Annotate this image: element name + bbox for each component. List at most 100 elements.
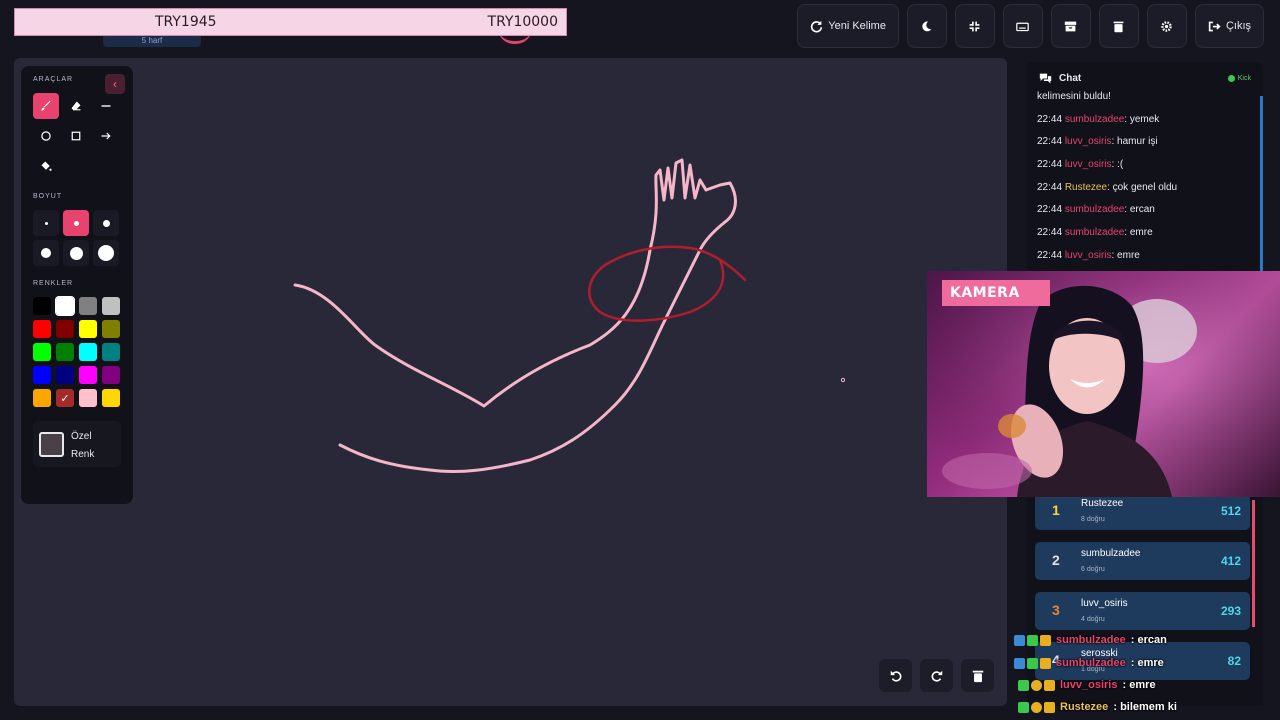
paint-bucket-icon [41, 161, 52, 171]
color-swatch[interactable] [56, 366, 74, 384]
platform-status: Kick [1227, 75, 1251, 82]
badge-icon [1027, 657, 1038, 669]
color-swatch[interactable] [56, 320, 74, 338]
color-swatch[interactable] [102, 297, 120, 315]
color-swatch[interactable] [79, 366, 97, 384]
redo-icon [931, 670, 942, 682]
clear-canvas-button[interactable] [961, 659, 994, 692]
color-swatch[interactable] [102, 343, 120, 361]
chat-message: 22:44 Rustezee: çok genel oldu [1037, 181, 1257, 204]
overlay-chat-message: sumbulzadee : ercan [1014, 634, 1167, 646]
gear-icon [1161, 20, 1173, 32]
rank-number: 1 [1052, 502, 1060, 518]
check-icon: ✓ [60, 392, 70, 405]
message-time: 22:44 [1037, 136, 1063, 148]
circle-tool[interactable] [33, 123, 59, 149]
leaderboard-row: 1 Rustezee 8 doğru 512 [1035, 492, 1250, 530]
color-swatch[interactable] [56, 343, 74, 361]
compress-icon [970, 21, 980, 31]
message-user[interactable]: Rustezee [1065, 182, 1107, 193]
delete-button[interactable] [1098, 4, 1139, 48]
brush-tool[interactable] [33, 93, 59, 119]
badge-icon [1027, 634, 1038, 646]
new-word-button[interactable]: Yeni Kelime [797, 4, 899, 48]
chevron-left-icon: ‹ [113, 77, 117, 91]
color-swatch[interactable] [102, 366, 120, 384]
fullscreen-button[interactable] [954, 4, 995, 48]
message-user[interactable]: luvv_osiris [1065, 159, 1112, 170]
correct-count: 6 doğru [1081, 566, 1105, 573]
online-dot [1227, 75, 1235, 82]
message-user[interactable]: sumbulzadee [1065, 114, 1124, 125]
leaderboard-scrollbar[interactable] [1252, 500, 1255, 627]
drawing-canvas[interactable] [14, 58, 1007, 706]
badge-icon [1018, 701, 1029, 713]
settings-button[interactable] [1146, 4, 1187, 48]
leaderboard: 1 Rustezee 8 doğru 512 2 sumbulzadee 6 doğru 41… [1027, 492, 1263, 706]
size-2[interactable] [63, 210, 89, 236]
archive-button[interactable] [1050, 4, 1091, 48]
badge-icon [1040, 634, 1051, 646]
color-swatch[interactable] [102, 389, 120, 407]
fill-tool[interactable] [33, 153, 59, 179]
undo-button[interactable] [879, 659, 912, 692]
size-label: BOYUT [33, 193, 63, 200]
exit-button[interactable]: Çıkış [1194, 4, 1264, 48]
chat-message: 22:44 luvv_osiris: emre [1037, 249, 1257, 272]
color-swatch[interactable] [33, 366, 51, 384]
size-4[interactable] [33, 240, 59, 266]
exit-label: Çıkış [1225, 20, 1251, 32]
leaderboard-row: 2 sumbulzadee 6 doğru 412 [1035, 542, 1250, 580]
overlay-text: : bilemem ki [1110, 701, 1177, 713]
color-swatch[interactable] [55, 296, 75, 316]
message-text: : emre [1111, 249, 1140, 261]
color-swatches: ✓ [33, 296, 121, 407]
new-word-label: Yeni Kelime [828, 20, 886, 32]
overlay-text: : emre [1127, 657, 1164, 669]
rank-number: 2 [1052, 552, 1060, 568]
left-prize: TRY1945 [155, 14, 217, 30]
color-swatch[interactable] [33, 389, 51, 407]
custom-color-button[interactable]: Özel Renk [33, 421, 121, 467]
chat-title: Chat [1059, 73, 1082, 84]
brush-icon [41, 100, 51, 111]
redo-button[interactable] [920, 659, 953, 692]
color-swatch[interactable] [79, 297, 97, 315]
badge-icon [1014, 634, 1025, 646]
custom-color-preview [39, 431, 64, 457]
size-3[interactable] [93, 210, 119, 236]
size-1[interactable] [33, 210, 59, 236]
player-score: 512 [1220, 504, 1241, 518]
color-swatch[interactable] [79, 389, 97, 407]
message-user[interactable]: luvv_osiris [1065, 250, 1112, 261]
color-swatch[interactable] [102, 320, 120, 338]
color-swatch[interactable] [79, 343, 97, 361]
color-swatch[interactable]: ✓ [56, 389, 74, 407]
message-user[interactable]: sumbulzadee [1065, 204, 1124, 215]
rectangle-tool[interactable] [63, 123, 89, 149]
chat-scrollbar[interactable] [1260, 96, 1263, 272]
message-user[interactable]: luvv_osiris [1065, 136, 1112, 147]
eraser-tool[interactable] [63, 93, 89, 119]
platform-label: Kick [1237, 75, 1251, 82]
custom-color-label-2: Renk [71, 449, 95, 460]
chat-messages[interactable]: kelimesini buldu! 22:44 sumbulzadee: yem… [1037, 90, 1257, 272]
archive-icon [1065, 21, 1077, 31]
badge-icon [1044, 679, 1055, 691]
keyboard-button[interactable] [1002, 4, 1043, 48]
collapse-panel-button[interactable]: ‹ [105, 74, 125, 94]
color-swatch[interactable] [33, 320, 51, 338]
size-5[interactable] [63, 240, 89, 266]
arrow-tool[interactable] [93, 123, 119, 149]
trash-icon [972, 670, 983, 682]
chat-panel: Chat Kick kelimesini buldu! 22:44 sumbul… [1027, 62, 1263, 272]
message-user[interactable]: sumbulzadee [1065, 227, 1124, 238]
line-tool[interactable] [93, 93, 119, 119]
color-swatch[interactable] [33, 343, 51, 361]
size-6[interactable] [93, 240, 119, 266]
color-swatch[interactable] [79, 320, 97, 338]
theme-toggle-button[interactable] [906, 4, 947, 48]
message-time: 22:44 [1037, 159, 1063, 171]
color-swatch[interactable] [33, 297, 51, 315]
overlay-text: : emre [1119, 679, 1156, 691]
